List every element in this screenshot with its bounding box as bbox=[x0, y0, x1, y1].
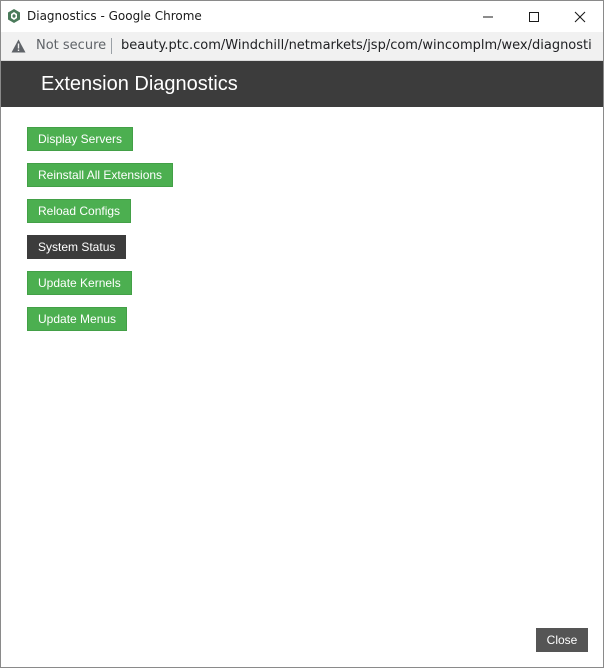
maximize-button[interactable] bbox=[511, 1, 557, 32]
security-status[interactable]: Not secure bbox=[36, 38, 106, 53]
reinstall-all-extensions-button[interactable]: Reinstall All Extensions bbox=[27, 163, 174, 187]
minimize-icon bbox=[483, 16, 493, 17]
window-close-button[interactable] bbox=[557, 1, 603, 32]
page-title: Extension Diagnostics bbox=[41, 73, 238, 95]
browser-window: Diagnostics - Google Chrome Not secure b… bbox=[0, 0, 604, 668]
update-kernels-button[interactable]: Update Kernels bbox=[27, 271, 132, 295]
update-menus-button[interactable]: Update Menus bbox=[27, 307, 128, 331]
close-button[interactable]: Close bbox=[536, 628, 588, 652]
address-bar[interactable]: Not secure beauty.ptc.com/Windchill/netm… bbox=[1, 32, 603, 61]
address-divider bbox=[111, 38, 112, 54]
url-text[interactable]: beauty.ptc.com/Windchill/netmarkets/jsp/… bbox=[121, 38, 591, 53]
dialog-header: Extension Diagnostics bbox=[1, 61, 603, 107]
title-bar: Diagnostics - Google Chrome bbox=[1, 1, 603, 32]
close-icon bbox=[574, 11, 586, 22]
dialog-content: Display Servers Reinstall All Extensions… bbox=[1, 107, 603, 667]
display-servers-button[interactable]: Display Servers bbox=[27, 127, 134, 151]
minimize-button[interactable] bbox=[465, 1, 511, 32]
reload-configs-button[interactable]: Reload Configs bbox=[27, 199, 132, 223]
warning-icon bbox=[11, 39, 26, 53]
window-title: Diagnostics - Google Chrome bbox=[27, 9, 202, 23]
windchill-app-icon bbox=[6, 8, 22, 24]
maximize-icon bbox=[529, 11, 539, 22]
system-status-button[interactable]: System Status bbox=[27, 235, 127, 259]
